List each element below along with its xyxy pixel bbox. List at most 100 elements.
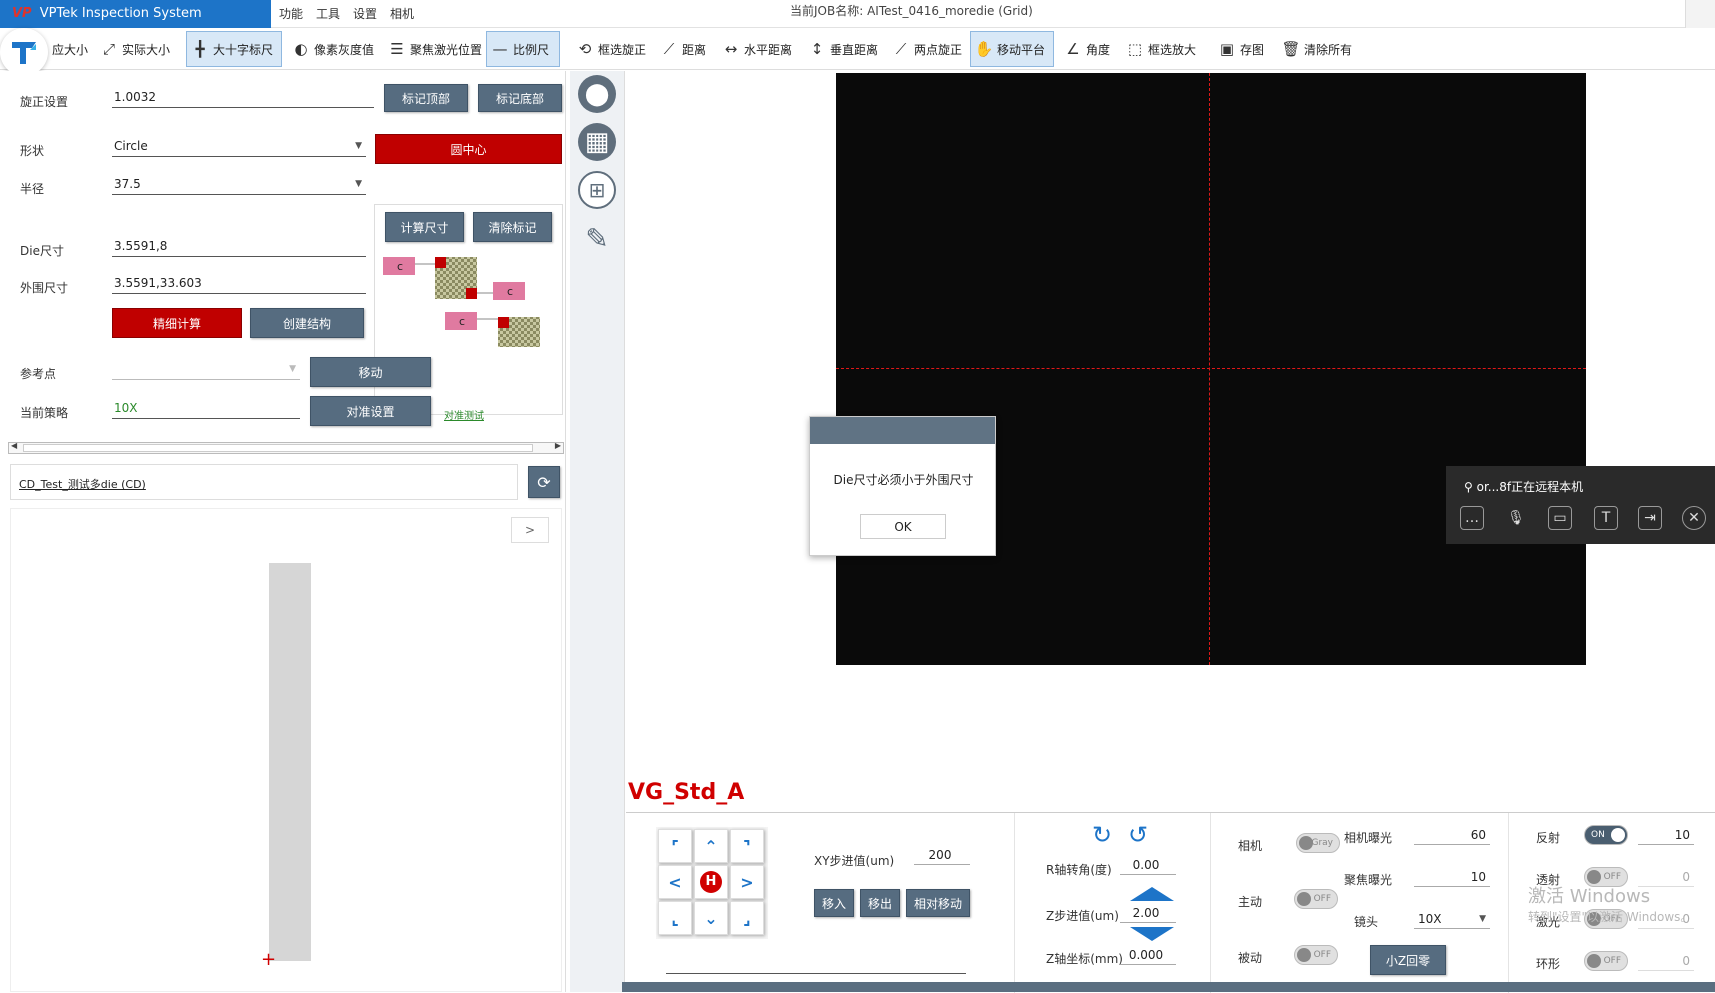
window-control[interactable] [1685,0,1715,28]
text-icon[interactable]: T [1594,506,1618,530]
cam-exposure-input[interactable]: 60 [1414,825,1490,845]
reflect-input[interactable]: 10 [1638,825,1694,845]
move-button[interactable]: 移动 [310,357,431,387]
die-column-bar [269,563,311,961]
camera-toggle-text: Gray [1311,838,1333,848]
app-badge[interactable] [0,28,48,76]
horizontal-scrollbar[interactable]: ◀ ▶ [8,441,564,454]
home-button[interactable]: H [694,865,728,899]
ref-point-select[interactable]: ▼ [112,358,300,380]
move-down-right-icon[interactable]: ⌟ [730,901,764,935]
r-angle-input[interactable]: 0.00 [1120,855,1176,875]
tool-angle[interactable]: ∠ 角度 [1060,31,1114,67]
move-up-right-icon[interactable]: ⌝ [730,829,764,863]
grid-icon[interactable]: ▦ [578,123,616,161]
measure-tools-icon[interactable]: ✎ [578,219,616,257]
tool-two-point-rotate[interactable]: ⟋ 两点旋正 [888,31,966,67]
reflect-toggle[interactable]: ON [1584,825,1628,845]
tool-clear-all[interactable]: 🗑 清除所有 [1278,31,1356,67]
tool-big-crosshair[interactable]: ╋ 大十字标尺 [186,31,282,67]
microphone-icon[interactable]: 🎙 [1504,506,1528,530]
watermark-line1: 激活 Windows [1528,886,1651,907]
scroll-left-icon[interactable]: ◀ [11,441,17,450]
rotate-icon: ⟲ [578,40,592,58]
lens-select[interactable]: 10X ▼ [1414,909,1490,929]
die-size-input[interactable]: 3.5591,8 [112,235,366,257]
menu-tools[interactable]: 工具 [316,0,340,28]
xy-step-input[interactable]: 200 [914,845,970,865]
recipe-name-box: CD_Test_测试多die (CD) [10,464,518,500]
move-stage-label: 移动平台 [997,42,1046,57]
scroll-thumb[interactable] [23,444,533,452]
z-coord-input[interactable]: 0.000 [1120,945,1176,965]
align-test-link[interactable]: 对准测试 [444,407,484,422]
rotate-ccw-icon[interactable]: ↻ [1092,821,1112,849]
tool-distance[interactable]: ⟋ 距离 [656,31,710,67]
grid-settings-icon[interactable]: ⊞ [578,171,616,209]
rotation-input[interactable]: 1.0032 [112,86,374,108]
tool-pixel-gray[interactable]: ◐ 像素灰度值 [288,31,378,67]
z-step-input[interactable]: 2.00 [1120,903,1176,923]
move-down-icon[interactable]: ⌄ [694,901,728,935]
camera-icon[interactable]: ⬤ [578,75,616,113]
move-down-left-icon[interactable]: ⌞ [658,901,692,935]
create-structure-button[interactable]: 创建结构 [250,308,364,338]
passive-toggle[interactable]: OFF [1294,945,1338,965]
camera-toggle[interactable]: Gray [1296,833,1340,853]
move-up-icon[interactable]: ⌃ [694,829,728,863]
circle-center-button[interactable]: 圆中心 [375,134,562,164]
active-toggle[interactable]: OFF [1294,889,1338,909]
mark-top-button[interactable]: 标记顶部 [384,84,468,112]
calc-size-button[interactable]: 计算尺寸 [385,212,464,242]
recipe-title: VG_Std_A [628,780,745,805]
expand-button[interactable]: > [511,517,549,543]
file-transfer-icon[interactable]: ⇥ [1638,506,1662,530]
tool-h-distance[interactable]: ↔ 水平距离 [718,31,796,67]
tool-save-image[interactable]: ▣ 存图 [1214,31,1268,67]
close-icon[interactable]: ✕ [1682,506,1706,530]
clear-marks-button[interactable]: 清除标记 [473,212,552,242]
tool-v-distance[interactable]: ↕ 垂直距离 [804,31,882,67]
fine-calc-button[interactable]: 精细计算 [112,308,242,338]
refresh-settings-button[interactable]: ⟳ [528,466,560,498]
tool-box-zoom[interactable]: ⬚ 框选放大 [1122,31,1200,67]
toggle-knob [1587,954,1601,968]
menu-camera[interactable]: 相机 [390,0,414,28]
ok-button[interactable]: OK [860,514,946,539]
move-up-left-icon[interactable]: ⌜ [658,829,692,863]
relative-move-button[interactable]: 相对移动 [906,889,970,917]
screen-control-icon[interactable]: ▭ [1548,506,1572,530]
tool-fit-size[interactable]: 应大小 [48,31,92,67]
mark-bottom-button[interactable]: 标记底部 [478,84,562,112]
z-up-icon[interactable] [1130,887,1174,901]
align-settings-button[interactable]: 对准设置 [310,396,431,426]
scroll-right-icon[interactable]: ▶ [555,441,561,450]
move-right-icon[interactable]: > [730,865,764,899]
ring-toggle[interactable]: OFF [1584,951,1628,971]
chat-icon[interactable]: … [1460,506,1484,530]
rotate-cw-icon[interactable]: ↺ [1128,821,1148,849]
move-out-button[interactable]: 移出 [860,889,900,917]
laser-icon: ☰ [390,40,404,58]
tool-scale-bar[interactable]: — 比例尺 [486,31,560,67]
ring-input[interactable]: 0 [1638,951,1694,971]
z-down-icon[interactable] [1130,927,1174,941]
chevron-down-icon: ▼ [289,364,296,374]
recipe-name[interactable]: CD_Test_测试多die (CD) [19,476,146,492]
menu-function[interactable]: 功能 [279,0,303,28]
tool-move-stage[interactable]: ✋ 移动平台 [970,31,1054,67]
menu-settings[interactable]: 设置 [353,0,377,28]
divider [1210,813,1211,993]
small-z-zero-button[interactable]: 小Z回零 [1370,945,1446,975]
move-left-icon[interactable]: < [658,865,692,899]
camera-viewer[interactable] [836,73,1586,665]
radius-select[interactable]: 37.5 ▼ [112,173,366,195]
shape-select[interactable]: Circle ▼ [112,135,366,157]
focus-exposure-input[interactable]: 10 [1414,867,1490,887]
strategy-input[interactable]: 10X [112,397,300,419]
outer-size-input[interactable]: 3.5591,33.603 [112,272,366,294]
tool-box-rotate[interactable]: ⟲ 框选旋正 [572,31,650,67]
tool-focus-laser[interactable]: ☰ 聚焦激光位置 [384,31,486,67]
tool-actual-size[interactable]: ⤢ 实际大小 [96,31,174,67]
move-in-button[interactable]: 移入 [814,889,854,917]
